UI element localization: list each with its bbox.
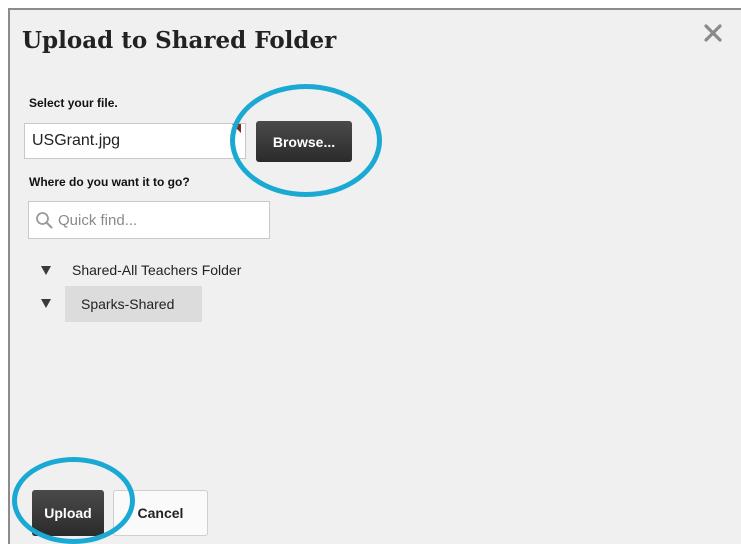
upload-button[interactable]: Upload	[32, 490, 104, 536]
destination-label: Where do you want it to go?	[29, 175, 190, 189]
select-file-label: Select your file.	[29, 96, 118, 110]
screenshot-frame: Upload to Shared Folder Select your file…	[0, 0, 741, 544]
quick-find-input[interactable]	[58, 202, 263, 238]
dialog-title: Upload to Shared Folder	[22, 27, 337, 54]
selected-file-field[interactable]: USGrant.jpg	[24, 123, 246, 159]
folder-expand-toggle[interactable]	[41, 266, 51, 275]
close-icon[interactable]	[702, 22, 724, 44]
folder-expand-toggle[interactable]	[41, 299, 51, 308]
cancel-button[interactable]: Cancel	[113, 490, 208, 536]
folder-sparks-shared[interactable]: Sparks-Shared	[65, 286, 202, 322]
quick-find-box[interactable]	[28, 201, 270, 239]
folder-shared-all-teachers[interactable]: Shared-All Teachers Folder	[72, 262, 241, 278]
browse-button[interactable]: Browse...	[256, 121, 352, 162]
search-icon	[36, 212, 53, 229]
file-field-corner-mark	[232, 124, 241, 133]
